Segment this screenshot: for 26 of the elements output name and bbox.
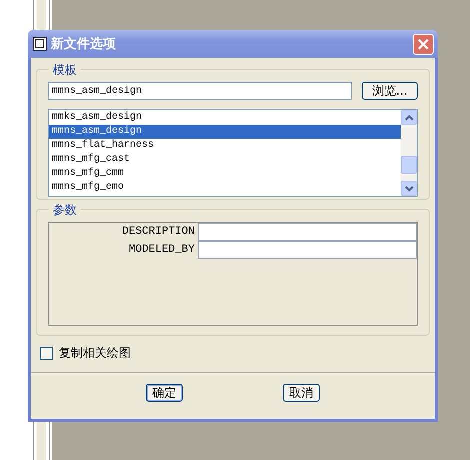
list-item[interactable]: mmns_asm_design (49, 125, 401, 139)
browse-button[interactable]: 浏览... (362, 82, 418, 100)
dialog-button[interactable]: 取消 (283, 384, 320, 402)
scroll-down-icon[interactable] (401, 181, 417, 196)
list-item[interactable]: mmks_asm_design (49, 111, 401, 125)
group-label: 模板 (49, 62, 81, 79)
parameter-name: MODELED_BY (128, 243, 196, 258)
close-icon (418, 38, 429, 50)
list-item[interactable]: mmns_mfg_emo (49, 181, 401, 195)
parameter-field[interactable] (198, 241, 417, 259)
close-button[interactable] (413, 34, 434, 54)
template-field[interactable]: mmns_asm_design (48, 82, 352, 100)
group-label: 参数 (49, 202, 81, 219)
list-item[interactable]: mmns_mfg_cast (49, 153, 401, 167)
scroll-up-icon[interactable] (401, 110, 417, 125)
scrollbar[interactable] (401, 110, 417, 196)
window-title: 新文件选项 (51, 36, 117, 53)
parameter-field[interactable] (198, 223, 417, 241)
dialog-button[interactable]: 确定 (146, 384, 183, 402)
parameter-name: DESCRIPTION (121, 225, 196, 240)
window-icon (33, 37, 47, 51)
list-item[interactable]: mmns_flat_harness (49, 139, 401, 153)
checkbox[interactable] (40, 347, 53, 360)
list-item[interactable]: mmns_mfg_cmm (49, 167, 401, 181)
checkbox-label: 复制相关绘图 (59, 345, 131, 362)
scroll-thumb[interactable] (401, 156, 417, 174)
